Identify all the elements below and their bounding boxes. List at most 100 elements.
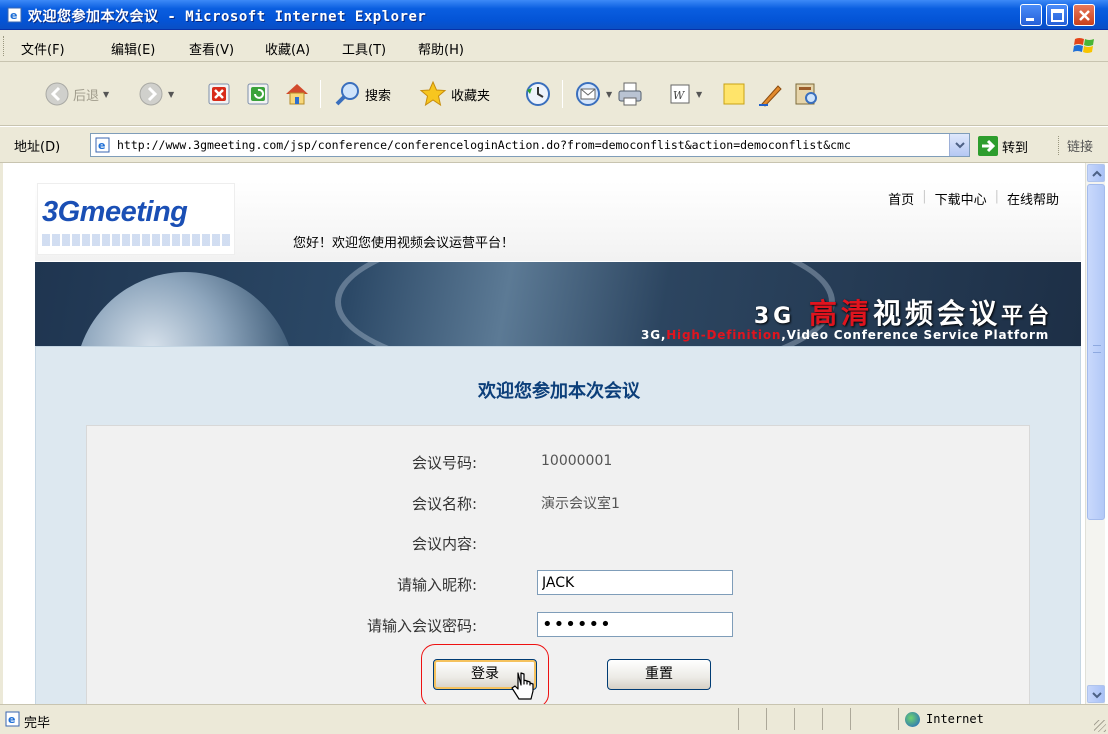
favorites-label: 收藏夹: [451, 88, 491, 104]
scroll-up-button[interactable]: [1087, 164, 1105, 182]
search-button[interactable]: 搜索: [334, 77, 391, 111]
address-field[interactable]: e http://www.3gmeeting.com/jsp/conferenc…: [90, 133, 970, 157]
welcome-message: 您好！欢迎您使用视频会议运营平台！: [293, 236, 515, 251]
globe-image: [75, 272, 295, 346]
scroll-down-button[interactable]: [1087, 685, 1105, 703]
resize-grip[interactable]: [1094, 720, 1106, 732]
windows-flag-icon: [1073, 38, 1094, 53]
address-url[interactable]: http://www.3gmeeting.com/jsp/conference/…: [117, 138, 943, 152]
favorites-button[interactable]: 收藏夹: [418, 77, 490, 111]
refresh-icon: [247, 83, 269, 105]
title-bar: e 欢迎您参加本次会议 - Microsoft Internet Explore…: [0, 0, 1108, 30]
page-icon: e: [95, 137, 110, 153]
scroll-thumb[interactable]: [1087, 184, 1105, 520]
edit-dropdown-icon[interactable]: ▼: [696, 90, 702, 99]
star-icon: [419, 80, 447, 107]
address-bar: 地址(D) e http://www.3gmeeting.com/jsp/con…: [0, 127, 1108, 163]
internet-zone-icon: [905, 712, 920, 727]
status-bar: e 完毕 Internet: [0, 704, 1108, 734]
status-pane: [766, 708, 767, 730]
back-arrow-icon: [45, 82, 69, 106]
forward-dropdown-icon[interactable]: ▼: [168, 90, 174, 99]
toolbar-separator: [320, 80, 321, 108]
svg-text:e: e: [98, 139, 105, 152]
menu-help[interactable]: 帮助(H): [418, 39, 464, 58]
word-edit-icon: W: [670, 84, 690, 104]
status-pane: [898, 708, 899, 730]
nav-help-link[interactable]: 在线帮助: [1007, 189, 1059, 208]
join-meeting-panel: 欢迎您参加本次会议 会议号码: 10000001 会议名称: 演示会议室1 会议…: [35, 346, 1081, 704]
printer-icon: [618, 82, 642, 106]
password-mask: ••••••: [542, 614, 612, 635]
window-title: 欢迎您参加本次会议 - Microsoft Internet Explorer: [28, 9, 427, 25]
go-arrow-icon: [978, 136, 998, 156]
mail-button[interactable]: ▼: [574, 77, 612, 111]
go-button[interactable]: 转到: [978, 134, 1028, 158]
maximize-button[interactable]: [1046, 4, 1068, 26]
nav-home-link[interactable]: 首页: [888, 189, 914, 208]
search-icon: [335, 82, 359, 106]
site-logo[interactable]: 3Gmeeting: [37, 183, 235, 255]
nickname-label: 请输入昵称:: [396, 576, 477, 594]
menu-tools[interactable]: 工具(T): [342, 39, 386, 58]
banner-subtitle: 3G,High-Definition,Video Conference Serv…: [641, 328, 1049, 342]
research-button[interactable]: [792, 77, 820, 111]
banner-title-highlight: 高清: [808, 297, 873, 330]
stop-button[interactable]: [207, 77, 231, 111]
banner-subtitle-rest: ,Video Conference Service Platform: [781, 328, 1049, 342]
home-button[interactable]: [283, 77, 311, 111]
status-pane: [850, 708, 851, 730]
banner-title-prefix: 3G: [753, 304, 796, 329]
close-button[interactable]: [1073, 4, 1095, 26]
refresh-button[interactable]: [246, 77, 270, 111]
history-button[interactable]: [524, 77, 552, 111]
svg-text:e: e: [8, 713, 15, 726]
chevron-down-icon: [1092, 692, 1102, 699]
ie-page-icon: e: [5, 711, 20, 727]
hero-banner: 3G 高清视频会议平台 3G,High-Definition,Video Con…: [35, 262, 1081, 346]
nav-download-link[interactable]: 下载中心: [935, 189, 987, 208]
menu-edit[interactable]: 编辑(E): [111, 39, 155, 58]
menu-file[interactable]: 文件(F): [21, 39, 65, 58]
back-dropdown-icon[interactable]: ▼: [103, 90, 109, 99]
research-icon: [795, 83, 817, 105]
mail-dropdown-icon[interactable]: ▼: [606, 90, 612, 99]
page-content: 3Gmeeting 您好！欢迎您使用视频会议运营平台！ 首页 | 下载中心 | …: [0, 163, 1085, 704]
chevron-down-icon: [955, 142, 965, 149]
banner-subtitle-prefix: 3G,: [641, 328, 667, 342]
address-label: 地址(D): [14, 140, 61, 155]
logo-decoration: [42, 234, 232, 246]
messenger-button[interactable]: [756, 77, 784, 111]
menu-grip: [3, 36, 6, 56]
ie-page-icon: e: [7, 7, 22, 23]
banner-title-main: 视频会议: [872, 297, 1001, 330]
forward-button[interactable]: ▼: [138, 77, 174, 111]
meeting-name-label: 会议名称:: [411, 495, 477, 513]
chevron-up-icon: [1092, 170, 1102, 177]
nav-separator: |: [994, 189, 999, 204]
home-icon: [286, 84, 308, 105]
join-form: 会议号码: 10000001 会议名称: 演示会议室1 会议内容: 请输入昵称:…: [86, 425, 1030, 704]
toolbar-separator: [562, 80, 563, 108]
discuss-button[interactable]: [720, 77, 748, 111]
search-label: 搜索: [365, 88, 392, 104]
logo-text: 3Gmeeting: [42, 196, 188, 228]
nickname-input[interactable]: [537, 570, 733, 595]
banner-title-suffix: 平台: [1000, 304, 1053, 329]
links-toolbar[interactable]: 链接: [1058, 136, 1093, 155]
vertical-scrollbar[interactable]: [1085, 163, 1105, 704]
minimize-button[interactable]: [1020, 4, 1042, 26]
status-pane: [738, 708, 739, 730]
hand-cursor-icon: [511, 672, 534, 700]
print-button[interactable]: [616, 77, 644, 111]
address-dropdown-button[interactable]: [949, 134, 969, 156]
reset-button[interactable]: 重置: [607, 659, 711, 690]
svg-text:e: e: [10, 9, 17, 22]
history-icon: [526, 82, 550, 106]
pen-icon: [759, 85, 782, 107]
svg-text:W: W: [673, 89, 686, 102]
menu-favorites[interactable]: 收藏(A): [265, 39, 310, 58]
edit-button[interactable]: W ▼: [668, 77, 702, 111]
back-button[interactable]: 后退 ▼: [44, 77, 109, 111]
menu-view[interactable]: 查看(V): [189, 39, 234, 58]
